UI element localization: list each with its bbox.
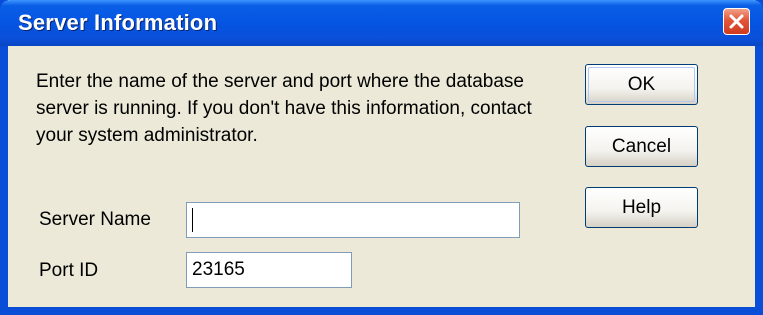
server-information-dialog: Server Information Enter the name of the… — [0, 0, 763, 315]
server-name-input[interactable] — [186, 202, 520, 238]
server-name-label: Server Name — [39, 209, 151, 230]
dialog-body: Enter the name of the server and port wh… — [8, 46, 755, 307]
help-button[interactable]: Help — [585, 187, 698, 228]
port-id-label: Port ID — [39, 260, 99, 281]
cancel-button[interactable]: Cancel — [585, 126, 698, 167]
text-caret — [192, 208, 193, 232]
ok-button[interactable]: OK — [585, 64, 698, 105]
port-id-input[interactable] — [186, 252, 352, 288]
close-icon — [729, 14, 744, 29]
window-title: Server Information — [18, 10, 218, 35]
close-button[interactable] — [723, 8, 750, 35]
instruction-text: Enter the name of the server and port wh… — [36, 71, 532, 146]
title-bar[interactable]: Server Information — [0, 0, 763, 46]
